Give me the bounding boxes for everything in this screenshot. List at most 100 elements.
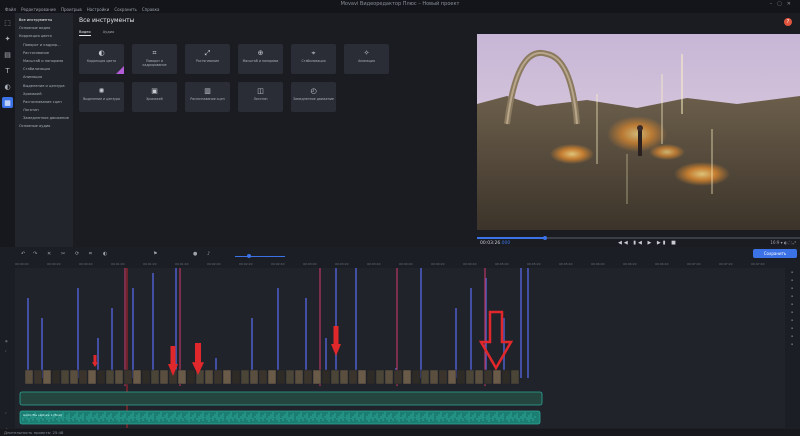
zoom-knob[interactable] xyxy=(247,254,251,258)
save-button[interactable]: Сохранить xyxy=(753,249,797,258)
clip-thumbnail xyxy=(267,369,277,385)
timeline-area[interactable]: Audio file capture 1 (final) xyxy=(15,268,785,428)
ruler-tick-label: 00:07:00 xyxy=(687,262,701,266)
tree-item[interactable]: Поворот и кадрир... xyxy=(15,41,73,49)
clip-spike xyxy=(277,288,279,378)
tool-tile[interactable]: ✧ Анимация xyxy=(344,44,389,74)
clip-thumbnail xyxy=(60,369,70,385)
tree-item[interactable]: Коррекция цвета xyxy=(15,32,73,40)
tool-tile[interactable]: ✺ Выделение и цензура xyxy=(79,82,124,112)
clip-thumbnail xyxy=(285,369,295,385)
mic-icon[interactable]: ♪ xyxy=(207,251,210,257)
tree-item[interactable]: Основные аудио xyxy=(15,122,73,130)
tool-tile[interactable]: ⌗ Поворот и кадрирование xyxy=(132,44,177,74)
video-track-icon[interactable]: ▣ xyxy=(5,339,8,343)
tree-item[interactable]: Все инструменты xyxy=(15,16,73,24)
track-icons: ▣ ♪ ♪ ♫ xyxy=(0,13,15,431)
playback-progress[interactable] xyxy=(477,236,800,240)
tree-item[interactable]: Логотип xyxy=(15,106,73,114)
mute-track-icon[interactable]: ♪ xyxy=(5,349,7,353)
clip-thumbnail xyxy=(42,369,52,385)
tree-item[interactable]: Замедленное движение xyxy=(15,114,73,122)
timecode: 00:03:26.000 xyxy=(480,241,510,246)
tab-video[interactable]: Видео xyxy=(79,30,91,36)
ruler-tick-label: 00:05:20 xyxy=(527,262,541,266)
tools-panel: Все инструменты Видео Аудио ◐ Коррекция цв… xyxy=(73,13,477,247)
status-bar: Длительность проекта: 25:48 xyxy=(0,429,800,436)
clip-thumbnail xyxy=(465,369,475,385)
highlight-icon: ✺ xyxy=(98,87,105,95)
undo-icon[interactable]: ↶ xyxy=(21,251,25,257)
tool-tile[interactable]: ▥ Распознавание сцен xyxy=(185,82,230,112)
timeline-tracks[interactable]: Audio file capture 1 (final) xyxy=(15,268,785,428)
tree-item[interactable]: Распознавание сцен xyxy=(15,98,73,106)
tree-item[interactable]: Масштаб и панорама xyxy=(15,57,73,65)
clip-spike xyxy=(455,308,457,378)
menu-item[interactable]: Файл xyxy=(5,7,16,12)
clip-thumbnail xyxy=(312,369,322,385)
menu-item[interactable]: Справка xyxy=(142,7,160,12)
tools-tabs: Видео Аудио xyxy=(79,30,126,36)
clip-spike xyxy=(251,318,253,378)
tab-audio[interactable]: Аудио xyxy=(103,30,115,34)
tool-tile[interactable]: ◫ Логотип xyxy=(238,82,283,112)
pro-badge xyxy=(116,66,124,74)
color-tool-icon[interactable]: ◐ xyxy=(103,251,107,257)
stretch-icon: ⤢ xyxy=(204,49,211,57)
tree-item[interactable]: Стабилизация xyxy=(15,65,73,73)
preview-options[interactable]: 16:9 ▾ ◐ ⛶ ⤢ xyxy=(770,240,796,245)
clip-thumbnail xyxy=(150,369,160,385)
zoom-slider[interactable] xyxy=(235,254,285,258)
playback-controls[interactable]: ◀◀ ▮◀ ▶ ▶▮ ■ xyxy=(618,240,678,246)
tree-item[interactable]: Анимация xyxy=(15,73,73,81)
menu-item[interactable]: Редактирование xyxy=(21,7,56,12)
app-window: Movavi Видеоредактор Плюс – Новый проект… xyxy=(0,0,800,436)
ruler-tick-label: 00:06:00 xyxy=(591,262,605,266)
menu-item[interactable]: Проигрыв xyxy=(61,7,82,12)
clip-thumbnail xyxy=(348,369,358,385)
clip-spike xyxy=(41,318,43,378)
ruler-tick-label: 00:02:00 xyxy=(207,262,221,266)
video-frame xyxy=(477,34,800,230)
tool-tile[interactable]: ◴ Замедленное движение xyxy=(291,82,336,112)
timeline-vertical-scroll[interactable]: ▪ ▪ ▪ ▪ ▪ ▪ ▪ ▪ ▪ ▪ xyxy=(787,268,797,418)
clip-thumbnail xyxy=(249,369,259,385)
ruler-tick-label: 00:03:40 xyxy=(367,262,381,266)
audio-track-icon[interactable]: ♪ xyxy=(5,411,7,415)
tool-tile[interactable]: ⤢ Растягивание xyxy=(185,44,230,74)
cut-icon[interactable]: ✂ xyxy=(61,251,65,257)
ruler-tick-label: 00:05:40 xyxy=(559,262,573,266)
tool-tile[interactable]: ⌖ Стабилизация xyxy=(291,44,336,74)
ruler-tick-label: 00:01:40 xyxy=(175,262,189,266)
clip-thumbnail xyxy=(222,369,232,385)
tool-tile[interactable]: ⊕ Масштаб и панорама xyxy=(238,44,283,74)
ruler-tick-label: 00:00:20 xyxy=(47,262,61,266)
tool-tile[interactable]: ▣ Хромакей xyxy=(132,82,177,112)
clip-thumbnail xyxy=(186,369,196,385)
crop-tool-icon[interactable]: ⌗ xyxy=(89,251,92,257)
audio-clip-label: Audio file capture 1 (final) xyxy=(23,413,62,417)
clip-thumbnail xyxy=(33,369,43,385)
redo-icon[interactable]: ↷ xyxy=(33,251,37,257)
tree-item[interactable]: Хромакей xyxy=(15,90,73,98)
tool-tile[interactable]: ◐ Коррекция цвета xyxy=(79,44,124,74)
progress-knob[interactable] xyxy=(542,236,547,240)
marker-icon[interactable]: ⚑ xyxy=(153,251,157,257)
clip-spike xyxy=(335,268,337,378)
video-preview[interactable] xyxy=(477,34,800,230)
clip-thumbnail xyxy=(258,369,268,385)
clip-spike xyxy=(527,268,529,378)
help-icon[interactable]: ? xyxy=(784,18,792,26)
menu-item[interactable]: Настройки xyxy=(87,7,110,12)
clip-thumbnail xyxy=(483,369,493,385)
tool-label: Анимация xyxy=(358,59,375,63)
tree-item[interactable]: Основные видео xyxy=(15,24,73,32)
delete-icon[interactable]: ✕ xyxy=(47,251,51,257)
tool-label: Хромакей xyxy=(146,97,163,101)
tree-item[interactable]: Растягивание xyxy=(15,49,73,57)
tree-item[interactable]: Выделение и цензура xyxy=(15,82,73,90)
clip-thumbnail xyxy=(141,369,151,385)
rotate-icon[interactable]: ⟳ xyxy=(75,251,79,257)
menu-item[interactable]: Сохранить xyxy=(114,7,137,12)
record-voice-icon[interactable]: ● xyxy=(193,251,197,257)
